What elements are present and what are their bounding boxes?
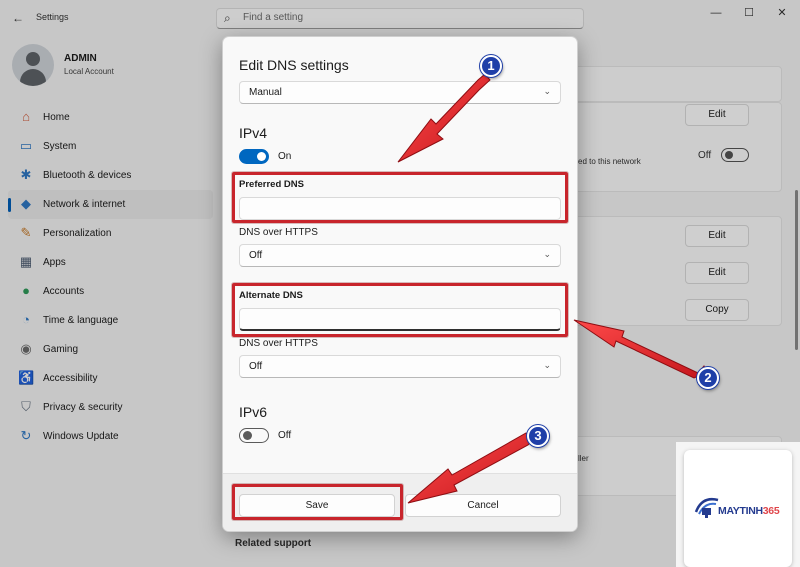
arrow-3 bbox=[407, 432, 534, 504]
watermark-card: MAYTINH365 bbox=[676, 442, 800, 567]
watermark-logo: MAYTINH365 bbox=[684, 450, 792, 567]
step-badge-1: 1 bbox=[480, 55, 502, 77]
brand-name: MAYTINH365 bbox=[718, 505, 780, 517]
step-badge-2: 2 bbox=[697, 367, 719, 389]
brand-logo-icon bbox=[694, 498, 719, 518]
step-badge-3: 3 bbox=[527, 425, 549, 447]
arrow-2 bbox=[573, 319, 709, 379]
arrow-1 bbox=[397, 73, 491, 163]
